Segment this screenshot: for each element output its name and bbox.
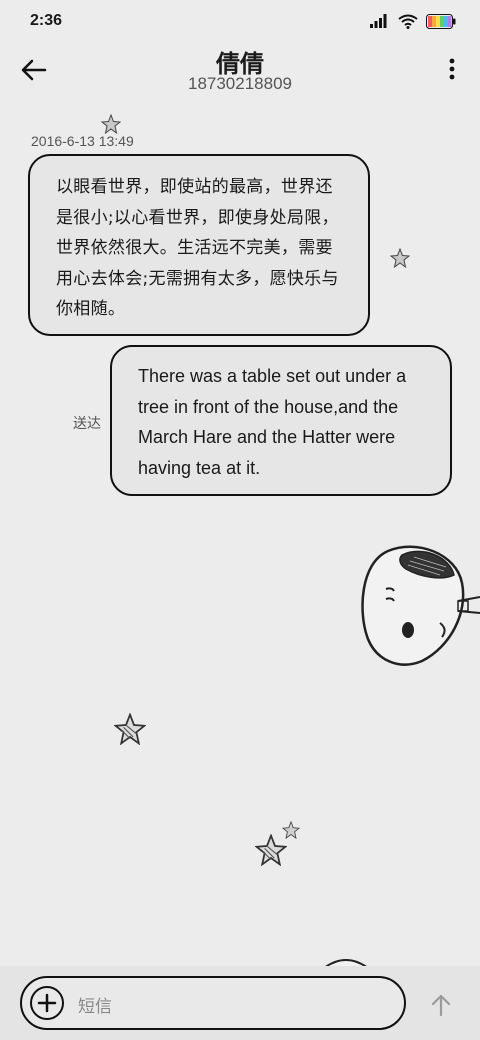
- star-doodle-icon: [114, 713, 146, 745]
- message-input-placeholder: 短信: [78, 997, 112, 1017]
- message-input[interactable]: 短信: [20, 976, 406, 1030]
- arrow-up-icon: [431, 994, 451, 1017]
- battery-icon: [426, 13, 456, 29]
- snoopy-doodle-icon: [361, 545, 480, 666]
- add-attachment-button[interactable]: [30, 986, 64, 1020]
- incoming-message-bubble[interactable]: 以眼看世界，即使站的最高，世界还是很小;以心看世界，即使身处局限，世界依然很大。…: [28, 154, 370, 336]
- wifi-icon: [398, 14, 418, 29]
- status-time: 2:36: [30, 12, 63, 29]
- signal-icon: [370, 14, 387, 28]
- delivery-status: 送达: [73, 416, 101, 432]
- contact-phone: 18730218809: [187, 74, 292, 93]
- more-vertical-icon: [449, 58, 455, 80]
- star-doodle-icon: [101, 114, 121, 134]
- send-button[interactable]: [428, 992, 454, 1018]
- message-text: There was a table set out under a tree i…: [138, 366, 407, 478]
- outgoing-message-bubble[interactable]: There was a table set out under a tree i…: [110, 345, 452, 496]
- status-icons: [370, 12, 456, 30]
- status-bar: 2:36: [0, 0, 480, 42]
- message-timestamp: 2016-6-13 13:49: [31, 133, 134, 149]
- message-text: 以眼看世界，即使站的最高，世界还是很小;以心看世界，即使身处局限，世界依然很大。…: [56, 177, 339, 319]
- composer-bar: 短信: [0, 966, 480, 1040]
- plus-icon: [37, 993, 57, 1013]
- conversation-header: 倩倩 18730218809: [0, 42, 480, 102]
- star-doodle-icon: [282, 821, 300, 839]
- more-options-button[interactable]: [448, 58, 456, 80]
- star-doodle-icon: [390, 248, 410, 268]
